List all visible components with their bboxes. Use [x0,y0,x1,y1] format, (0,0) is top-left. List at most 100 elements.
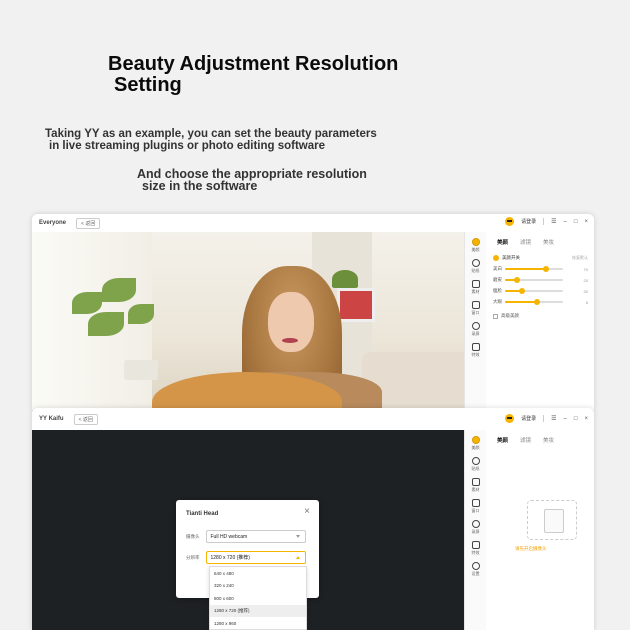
slider-value: 70 [583,266,588,272]
plant-leaf [72,292,102,314]
camera-select[interactable]: Full HD webcam [205,530,306,543]
record-icon [471,520,480,528]
chevron-up-icon [295,556,300,559]
resolution-select-value: 1280 x 720 (推荐) [210,555,250,561]
description-1-line2: in live streaming plugins or photo editi… [49,140,326,152]
slider-knob[interactable] [513,277,520,283]
slider-track[interactable] [505,266,563,272]
slider-fill [505,268,546,270]
login-link[interactable]: 请登录 [521,218,536,225]
rail-item-sticker[interactable]: 贴纸 [471,259,480,274]
resolution-select[interactable]: 1280 x 720 (推荐) [205,551,306,564]
page-title-line1: Beauty Adjustment Resolution [108,53,399,75]
effects-icon [471,343,480,351]
rail-label: 窗口 [471,508,480,513]
back-button[interactable]: < 返回 [76,217,101,229]
person-face [268,292,314,352]
slider-label: 磨皮 [493,277,502,282]
rail-label: 特效 [471,550,480,555]
tab-makeup[interactable]: 美妆 [543,238,554,246]
empty-state-illustration [527,500,577,540]
rail-label: 美颜 [471,445,480,450]
panel-tabs: 美颜 滤镜 美妆 [493,238,588,246]
window-icon [471,301,480,309]
enable-camera-link[interactable]: 请先开启摄像头 [515,546,547,551]
slider-list: 美白 70 磨皮 20 瘦脸 30 大眼 8 [493,266,588,305]
slider-knob[interactable] [542,266,549,272]
title-bar: Everyone < 返回 请登录 ☰ – □ × [32,214,594,232]
avatar-icon[interactable] [505,414,515,423]
close-icon[interactable]: × [584,219,588,225]
rail-item-effects[interactable]: 特效 [471,343,480,358]
effects-icon [471,541,480,549]
rail-item-record[interactable]: 录屏 [471,520,480,535]
reset-default-link[interactable]: 恢复默认 [572,255,588,261]
app-name: YY Kaifu [39,416,64,422]
back-button[interactable]: < 返回 [73,413,98,425]
divider [543,415,545,422]
tab-makeup[interactable]: 美妆 [543,436,554,444]
tab-filter[interactable]: 滤镜 [520,436,531,444]
slider-knob[interactable] [533,299,540,305]
restore-icon[interactable]: □ [574,416,578,422]
description-2-line2: size in the software [142,179,258,193]
camera-label: 摄像头 [186,533,200,539]
slider-knob[interactable] [519,288,526,294]
media-icon [471,280,480,288]
tab-beauty[interactable]: 美颜 [497,238,508,246]
advanced-beauty-label: 高级美颜 [501,313,519,318]
beauty-icon [471,436,480,444]
tool-rail: 美颜 贴纸 素材 窗口 录屏 特效 [464,232,486,410]
camera-preview [32,232,464,410]
person-lips [282,338,298,343]
resolution-option[interactable]: 800 x 600 [210,592,306,605]
slider-track[interactable] [505,277,563,283]
slider-track[interactable] [505,299,563,305]
resolution-option[interactable]: 1280 x 720 (推荐) [210,604,306,617]
slider-label: 大眼 [493,299,502,304]
resolution-option[interactable]: 320 x 240 [210,580,306,593]
plant-leaf [88,312,124,336]
minimize-icon[interactable]: – [564,219,567,225]
page-title-line2: Setting [114,74,182,96]
dialog-close-icon[interactable]: × [304,507,310,517]
slider-track[interactable] [505,288,563,294]
dialog-title: Tianti Head [186,511,219,517]
sticker-icon [471,259,480,267]
picture-frame [337,288,375,322]
tab-beauty[interactable]: 美颜 [497,436,508,444]
rail-item-effects[interactable]: 特效 [471,541,480,556]
login-link[interactable]: 请登录 [521,415,536,422]
rail-label: 美颜 [471,247,480,252]
minimize-icon[interactable]: – [564,416,567,422]
shelf-plant [332,270,358,288]
advanced-beauty-row: 高级美颜 [493,313,588,319]
slider-label: 美白 [493,266,502,271]
page-title: Beauty Adjustment Resolution Setting [108,54,398,96]
menu-icon[interactable]: ☰ [551,218,556,225]
camera-row: 摄像头 Full HD webcam [186,530,306,543]
description-1-line1: Taking YY as an example, you can set the… [45,128,377,140]
rail-item-window[interactable]: 窗口 [471,301,480,316]
avatar-icon[interactable] [505,217,515,226]
camera-select-value: Full HD webcam [210,533,248,540]
resolution-option[interactable]: 1280 x 960 [210,617,306,629]
chevron-down-icon [295,535,300,538]
menu-icon[interactable]: ☰ [551,415,556,422]
beauty-panel: 美颜 滤镜 美妆 请先开启摄像头 [487,430,594,630]
advanced-beauty-checkbox[interactable] [493,313,498,319]
rail-item-settings[interactable]: 设置 [471,562,480,577]
rail-item-sticker[interactable]: 贴纸 [471,457,480,472]
resolution-option[interactable]: 640 x 480 [210,567,306,580]
close-icon[interactable]: × [584,416,588,422]
rail-item-media[interactable]: 素材 [471,280,480,295]
restore-icon[interactable]: □ [574,219,578,225]
tab-filter[interactable]: 滤镜 [520,238,531,246]
window-icon [471,499,480,507]
rail-item-media[interactable]: 素材 [471,478,480,493]
rail-item-record[interactable]: 录屏 [471,322,480,337]
rail-item-window[interactable]: 窗口 [471,499,480,514]
rail-item-beauty[interactable]: 美颜 [471,436,480,451]
beauty-toggle[interactable] [493,255,499,261]
rail-item-beauty[interactable]: 美颜 [471,238,480,253]
